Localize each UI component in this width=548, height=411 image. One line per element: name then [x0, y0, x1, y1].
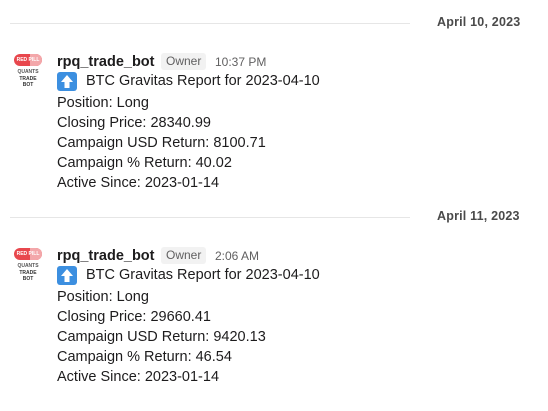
divider-line: [10, 23, 410, 24]
day-divider: April 11, 2023: [0, 208, 548, 228]
message-feed: April 10, 2023 RED PILL QUANTS TRADE BOT…: [0, 0, 548, 411]
up-arrow-icon: [57, 72, 77, 91]
position-text: Position: Long: [57, 95, 149, 111]
report-title: BTC Gravitas Report for 2023-04-10: [86, 267, 320, 283]
avatar[interactable]: RED PILL QUANTS TRADE BOT: [12, 246, 44, 284]
pill-logo-icon: RED PILL: [14, 248, 42, 260]
report-title: BTC Gravitas Report for 2023-04-10: [86, 73, 320, 89]
up-arrow-icon: [57, 266, 77, 285]
pct-return-text: Campaign % Return: 40.02: [57, 155, 232, 171]
pct-return-text: Campaign % Return: 46.54: [57, 349, 232, 365]
active-since-text: Active Since: 2023-01-14: [57, 175, 220, 191]
timestamp[interactable]: 10:37 PM: [215, 55, 266, 69]
usd-return-text: Campaign USD Return: 9420.13: [57, 329, 266, 345]
usd-return-text: Campaign USD Return: 8100.71: [57, 135, 266, 151]
date-label[interactable]: April 10, 2023: [437, 15, 520, 29]
sender-name[interactable]: rpq_trade_bot: [57, 54, 155, 70]
owner-badge: Owner: [161, 247, 207, 264]
day-divider: April 10, 2023: [0, 14, 548, 34]
closing-price-text: Closing Price: 29660.41: [57, 309, 211, 325]
owner-badge: Owner: [161, 53, 207, 70]
sender-name[interactable]: rpq_trade_bot: [57, 248, 155, 264]
position-text: Position: Long: [57, 289, 149, 305]
active-since-text: Active Since: 2023-01-14: [57, 369, 220, 385]
timestamp[interactable]: 2:06 AM: [215, 249, 259, 263]
date-label[interactable]: April 11, 2023: [437, 209, 520, 223]
divider-line: [10, 217, 410, 218]
pill-logo-icon: RED PILL: [14, 54, 42, 66]
closing-price-text: Closing Price: 28340.99: [57, 115, 211, 131]
avatar[interactable]: RED PILL QUANTS TRADE BOT: [12, 52, 44, 90]
